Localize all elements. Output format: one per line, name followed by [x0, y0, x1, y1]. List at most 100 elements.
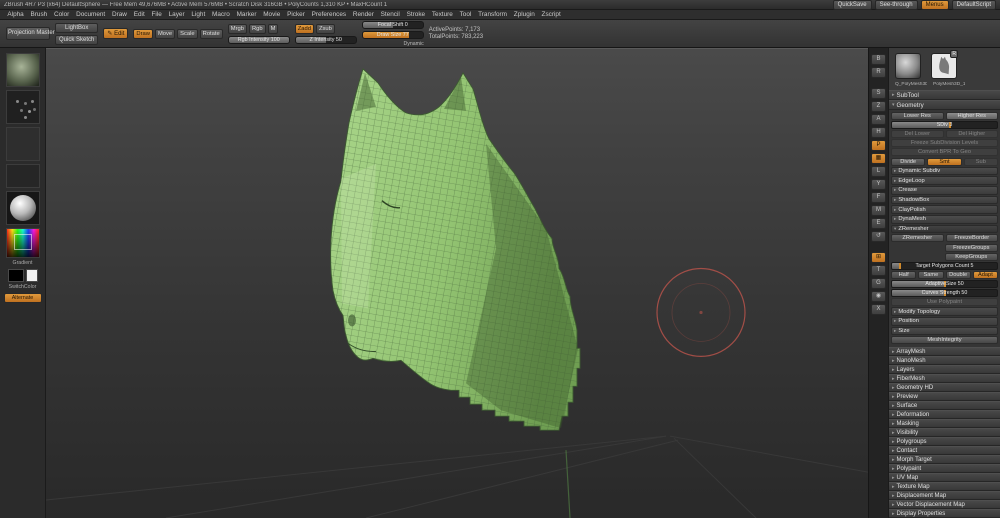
- displacement-map-section-header[interactable]: ▸ Displacement Map: [889, 491, 1000, 501]
- surface-section-header[interactable]: ▸ Surface: [889, 401, 1000, 411]
- xpose-button[interactable]: X: [871, 304, 886, 315]
- lower-res-button[interactable]: Lower Res: [891, 112, 944, 121]
- half-button[interactable]: Half: [891, 270, 917, 279]
- menu-marker[interactable]: Marker: [233, 10, 260, 20]
- solo-button[interactable]: ◉: [871, 291, 886, 302]
- zadd-button[interactable]: Zadd: [294, 23, 314, 34]
- menu-edit[interactable]: Edit: [130, 10, 148, 20]
- higher-res-button[interactable]: Higher Res: [945, 112, 998, 121]
- zoom-button[interactable]: Z: [871, 101, 886, 112]
- draw-size-slider[interactable]: Draw Size 77: [361, 30, 424, 39]
- ghost-button[interactable]: G: [871, 278, 886, 289]
- viewport-3d[interactable]: [46, 48, 868, 518]
- m-button[interactable]: M: [267, 23, 279, 34]
- subtool-section-header[interactable]: ▸ SubTool: [889, 90, 1000, 100]
- del-higher-button[interactable]: Del Higher: [945, 130, 998, 139]
- menu-stroke[interactable]: Stroke: [403, 10, 428, 20]
- freeze-subdivision-levels-button[interactable]: Freeze SubDivision Levels: [891, 139, 998, 148]
- arraymesh-section-header[interactable]: ▸ ArrayMesh: [889, 347, 1000, 357]
- size-header[interactable]: ▸ Size: [891, 326, 998, 336]
- polygroups-section-header[interactable]: ▸ Polygroups: [889, 437, 1000, 447]
- smt-button[interactable]: Smt: [927, 157, 962, 166]
- quick-sketch-button[interactable]: Quick Sketch: [55, 34, 99, 45]
- claypolish-header[interactable]: ▸ ClayPolish: [891, 205, 998, 214]
- polyframe-button[interactable]: ⊞: [871, 252, 886, 263]
- freezeborder-button[interactable]: FreezeBorder: [945, 234, 998, 243]
- keepgroups-button[interactable]: KeepGroups: [944, 252, 998, 261]
- lsym-button[interactable]: Y: [871, 179, 886, 190]
- menu-file[interactable]: File: [148, 10, 165, 20]
- render-button[interactable]: R: [871, 67, 886, 78]
- material-selector[interactable]: [5, 191, 40, 225]
- gradient-label[interactable]: Gradient: [13, 260, 33, 266]
- horse-head-model[interactable]: [330, 68, 581, 431]
- position-header[interactable]: ▸ Position: [891, 316, 998, 326]
- divide-button[interactable]: Divide: [891, 157, 926, 166]
- menu-render[interactable]: Render: [349, 10, 377, 20]
- menu-transform[interactable]: Transform: [475, 10, 511, 20]
- scroll-button[interactable]: S: [871, 88, 886, 99]
- del-lower-button[interactable]: Del Lower: [891, 130, 944, 139]
- bpr-render-button[interactable]: B: [871, 54, 886, 65]
- menus-button[interactable]: Menus: [920, 0, 949, 10]
- menu-preferences[interactable]: Preferences: [308, 10, 349, 20]
- focal-shift-slider[interactable]: Focal Shift 0: [361, 20, 424, 29]
- floor-button[interactable]: ▦: [871, 153, 886, 164]
- rotate-button[interactable]: Rotate: [199, 28, 223, 39]
- nanomesh-section-header[interactable]: ▸ NanoMesh: [889, 356, 1000, 366]
- mrgb-button[interactable]: Mrgb: [227, 23, 247, 34]
- stroke-selector[interactable]: [5, 90, 40, 124]
- actual-button[interactable]: A: [871, 114, 886, 125]
- defaultscript-button[interactable]: DefaultScript: [951, 0, 996, 10]
- recent-tool-thumb[interactable]: [895, 53, 921, 79]
- lightbox-button[interactable]: LightBox: [55, 22, 99, 33]
- alternate-button[interactable]: Alternate: [3, 293, 42, 304]
- draw-button[interactable]: Draw: [133, 28, 153, 39]
- menu-light[interactable]: Light: [188, 10, 209, 20]
- double-button[interactable]: Double: [945, 270, 971, 279]
- vector-displacement-map-section-header[interactable]: ▸ Vector Displacement Map: [889, 500, 1000, 510]
- dynamic-subdiv-header[interactable]: ▸ Dynamic Subdiv: [891, 166, 998, 176]
- brush-selector[interactable]: [5, 53, 40, 87]
- menu-alpha[interactable]: Alpha: [4, 10, 27, 20]
- menu-texture[interactable]: Texture: [428, 10, 456, 20]
- contact-section-header[interactable]: ▸ Contact: [889, 446, 1000, 456]
- frame-button[interactable]: F: [871, 192, 886, 203]
- modify-topology-header[interactable]: ▸ Modify Topology: [891, 307, 998, 316]
- quicksave-button[interactable]: QuickSave: [832, 0, 872, 10]
- aahalf-button[interactable]: H: [871, 127, 886, 138]
- fibermesh-section-header[interactable]: ▸ FiberMesh: [889, 374, 1000, 384]
- shadowbox-header[interactable]: ▸ ShadowBox: [891, 195, 998, 205]
- edgeloop-header[interactable]: ▸ EdgeLoop: [891, 176, 998, 185]
- preview-section-header[interactable]: ▸ Preview: [889, 392, 1000, 402]
- menu-macro[interactable]: Macro: [209, 10, 234, 20]
- menu-picker[interactable]: Picker: [284, 10, 309, 20]
- transp-button[interactable]: T: [871, 265, 886, 276]
- secondary-color-swatch[interactable]: [25, 269, 38, 283]
- menu-color[interactable]: Color: [51, 10, 73, 20]
- crease-header[interactable]: ▸ Crease: [891, 186, 998, 195]
- adaptivesize-50-slider[interactable]: AdaptiveSize 50: [891, 279, 998, 288]
- menu-brush[interactable]: Brush: [27, 10, 50, 20]
- same-button[interactable]: Same: [918, 270, 944, 279]
- menu-tool[interactable]: Tool: [456, 10, 475, 20]
- see-through-button[interactable]: See-through: [874, 0, 918, 10]
- visibility-section-header[interactable]: ▸ Visibility: [889, 428, 1000, 438]
- curves-strength-50-slider[interactable]: Curves Strength 50: [891, 289, 998, 298]
- color-picker[interactable]: [5, 228, 40, 258]
- freezegroups-button[interactable]: FreezeGroups: [944, 243, 998, 252]
- uv-map-section-header[interactable]: ▸ UV Map: [889, 473, 1000, 483]
- switchcolor-label[interactable]: SwitchColor: [9, 284, 37, 290]
- geometry-section-header[interactable]: ▾ Geometry: [889, 100, 1000, 110]
- texture-selector[interactable]: [5, 164, 40, 188]
- alpha-selector[interactable]: [5, 127, 40, 161]
- layers-section-header[interactable]: ▸ Layers: [889, 365, 1000, 375]
- polypaint-section-header[interactable]: ▸ Polypaint: [889, 464, 1000, 474]
- sub-button[interactable]: Sub: [963, 157, 998, 166]
- geometry-hd-section-header[interactable]: ▸ Geometry HD: [889, 383, 1000, 393]
- rgb-button[interactable]: Rgb: [248, 23, 266, 34]
- scale-button[interactable]: Scale: [177, 28, 198, 39]
- deformation-section-header[interactable]: ▸ Deformation: [889, 410, 1000, 420]
- color-picker-inner[interactable]: [13, 234, 32, 250]
- move-button[interactable]: M: [871, 205, 886, 216]
